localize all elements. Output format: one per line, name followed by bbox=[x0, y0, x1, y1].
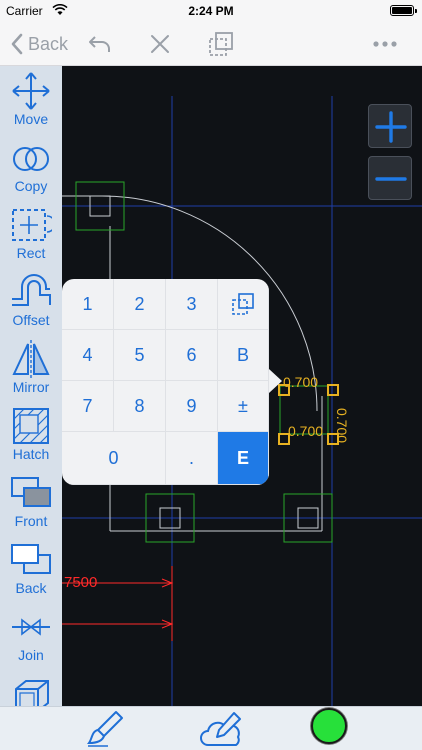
selected-grip[interactable] bbox=[327, 384, 339, 396]
tool-move[interactable]: Move bbox=[0, 66, 62, 133]
tool-join-label: Join bbox=[18, 647, 44, 663]
minus-icon bbox=[375, 177, 407, 181]
back-button[interactable]: Back bbox=[10, 32, 68, 56]
status-bar: Carrier 2:24 PM bbox=[0, 0, 422, 22]
brush-icon[interactable] bbox=[86, 709, 126, 749]
duplicate-icon bbox=[209, 32, 233, 56]
numeric-keypad: 1 2 3 4 5 6 B 7 8 9 ± 0 . E bbox=[62, 279, 269, 485]
undo-button[interactable] bbox=[86, 30, 114, 58]
undo-icon bbox=[89, 36, 110, 52]
tool-rect[interactable]: Rect bbox=[0, 200, 62, 267]
more-button[interactable] bbox=[371, 30, 399, 58]
tool-sidebar: Move Copy Rect Offset Mirror Hatch Front… bbox=[0, 66, 62, 706]
dimension-label-inner[interactable]: 0.700 bbox=[288, 423, 323, 439]
chevron-left-icon bbox=[11, 33, 23, 55]
key-enter[interactable]: E bbox=[218, 432, 269, 485]
tool-front-label: Front bbox=[14, 513, 48, 529]
tool-hatch[interactable]: Hatch bbox=[0, 401, 62, 468]
tool-hatch-label: Hatch bbox=[12, 446, 50, 462]
key-paste[interactable] bbox=[218, 279, 269, 330]
hatch-icon bbox=[13, 408, 49, 444]
key-6[interactable]: 6 bbox=[166, 330, 218, 381]
mirror-icon bbox=[12, 340, 50, 378]
close-icon bbox=[151, 35, 169, 53]
key-9[interactable]: 9 bbox=[166, 381, 218, 432]
key-4[interactable]: 4 bbox=[62, 330, 114, 381]
offset-icon bbox=[12, 274, 51, 306]
tool-mirror[interactable]: Mirror bbox=[0, 334, 62, 401]
tool-copy[interactable]: Copy bbox=[0, 133, 62, 200]
tool-join[interactable]: Join bbox=[0, 602, 62, 669]
bring-front-icon bbox=[11, 477, 51, 507]
key-7[interactable]: 7 bbox=[62, 381, 114, 432]
tool-front[interactable]: Front bbox=[0, 468, 62, 535]
send-back-icon bbox=[11, 544, 51, 574]
key-b[interactable]: B bbox=[218, 330, 269, 381]
navigation-bar: Back bbox=[0, 22, 422, 66]
more-icon bbox=[373, 41, 397, 47]
color-picker-button[interactable] bbox=[311, 708, 347, 744]
tool-solid[interactable] bbox=[0, 669, 62, 706]
key-1[interactable]: 1 bbox=[62, 279, 114, 330]
battery-icon bbox=[390, 5, 417, 16]
tool-rect-label: Rect bbox=[16, 245, 46, 261]
key-2[interactable]: 2 bbox=[114, 279, 166, 330]
key-3[interactable]: 3 bbox=[166, 279, 218, 330]
dimension-label-right[interactable]: 0.700 bbox=[334, 408, 350, 443]
tool-mirror-label: Mirror bbox=[12, 379, 50, 395]
3d-box-icon bbox=[15, 680, 49, 706]
key-8[interactable]: 8 bbox=[114, 381, 166, 432]
tool-back[interactable]: Back bbox=[0, 535, 62, 602]
tool-back-label: Back bbox=[15, 580, 47, 596]
rect-select-icon bbox=[12, 209, 52, 241]
move-icon bbox=[12, 72, 50, 110]
close-button[interactable] bbox=[146, 30, 174, 58]
copy-icon bbox=[13, 147, 49, 171]
tool-offset[interactable]: Offset bbox=[0, 267, 62, 334]
zoom-in-button[interactable] bbox=[368, 104, 412, 148]
tool-copy-label: Copy bbox=[14, 178, 48, 194]
join-icon bbox=[12, 618, 50, 636]
duplicate-button[interactable] bbox=[207, 30, 235, 58]
cloud-pen-icon[interactable] bbox=[200, 709, 246, 749]
bottom-toolbar bbox=[0, 706, 422, 750]
key-decimal[interactable]: . bbox=[166, 432, 218, 485]
paste-icon bbox=[232, 293, 254, 315]
popover-arrow bbox=[269, 369, 282, 393]
plus-icon bbox=[375, 111, 407, 143]
dimension-label-red[interactable]: 7500 bbox=[64, 574, 97, 591]
key-plus-minus[interactable]: ± bbox=[218, 381, 269, 432]
tool-move-label: Move bbox=[13, 111, 49, 127]
clock: 2:24 PM bbox=[188, 4, 234, 18]
key-5[interactable]: 5 bbox=[114, 330, 166, 381]
key-0[interactable]: 0 bbox=[62, 432, 166, 485]
back-button-label: Back bbox=[28, 33, 69, 54]
dimension-label-top[interactable]: 0.700 bbox=[283, 374, 318, 390]
tool-offset-label: Offset bbox=[12, 312, 50, 328]
zoom-out-button[interactable] bbox=[368, 156, 412, 200]
